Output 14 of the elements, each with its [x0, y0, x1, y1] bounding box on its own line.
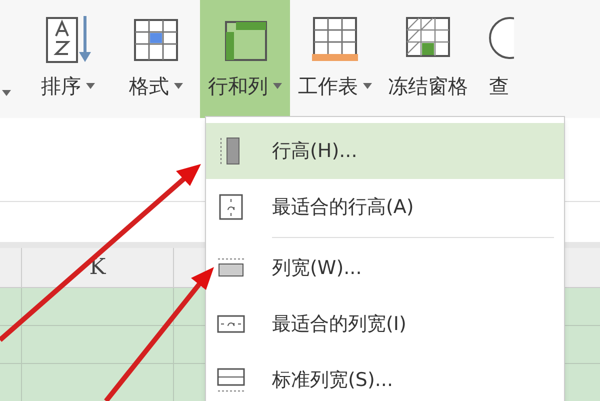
sort-icon — [43, 14, 93, 64]
ribbon-button[interactable]: 冻结窗格 — [380, 0, 476, 118]
ribbon-button[interactable]: 排序 — [24, 0, 112, 118]
menu-item[interactable]: 行高(H)... — [206, 123, 564, 179]
ribbon-button[interactable]: 工作表 — [290, 0, 380, 118]
menu-item[interactable]: 标准列宽(S)... — [206, 352, 564, 401]
caret-icon — [2, 90, 11, 96]
ribbon-button[interactable]: 格式 — [112, 0, 200, 118]
worksheet-icon — [310, 14, 360, 64]
menu-item[interactable]: 最适合的列宽(I) — [206, 296, 564, 352]
menu-item[interactable]: 列宽(W)... — [206, 240, 564, 296]
menu-item[interactable]: 最适合的行高(A) — [206, 179, 564, 235]
ribbon-button[interactable]: 行和列 — [200, 0, 290, 118]
ribbon-button[interactable]: 查 — [476, 0, 522, 118]
